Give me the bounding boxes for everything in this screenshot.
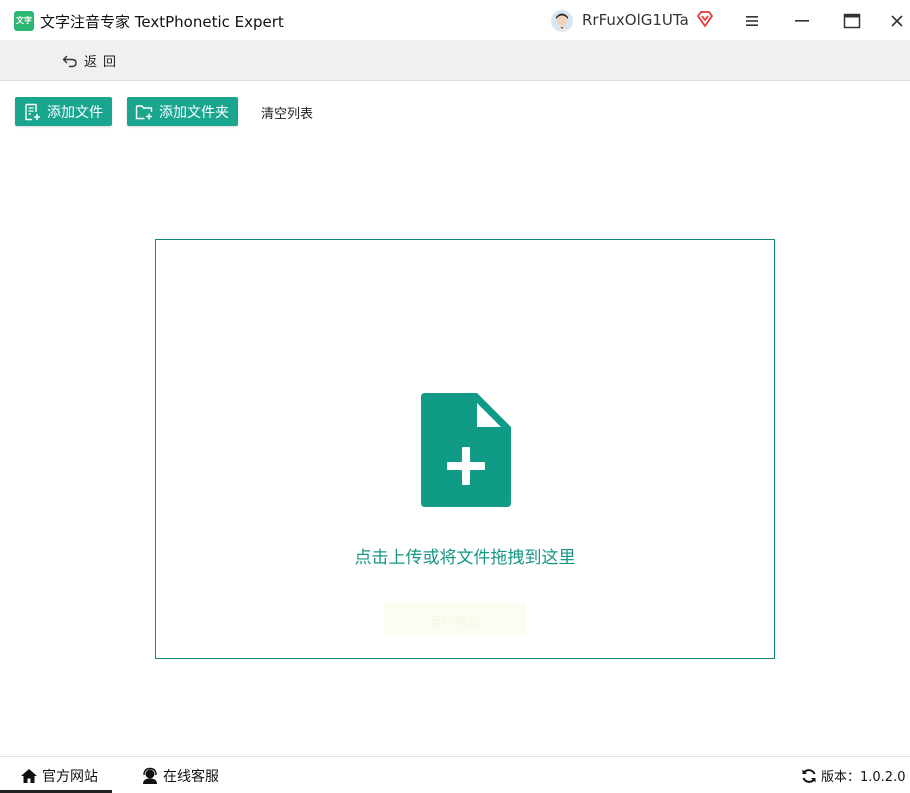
refresh-icon: [802, 768, 816, 783]
title-bar: 文字 文字注音专家 TextPhonetic Expert RrFuxOlG1U…: [0, 0, 910, 40]
add-file-button[interactable]: 添加文件: [15, 97, 112, 126]
add-folder-label: 添加文件夹: [159, 104, 229, 121]
app-logo-text: 文字: [16, 16, 32, 25]
add-file-label: 添加文件: [47, 104, 103, 121]
online-service-link[interactable]: 在线客服: [141, 766, 219, 786]
back-button[interactable]: 返回: [62, 51, 122, 70]
user-avatar[interactable]: [551, 10, 573, 32]
minimize-button[interactable]: [789, 8, 815, 34]
navigation-bar: 返回: [0, 40, 910, 81]
avatar-icon: [551, 10, 573, 32]
close-button[interactable]: [884, 8, 910, 34]
maximize-icon: [843, 13, 861, 29]
customer-service-icon: [143, 767, 157, 784]
maximize-button[interactable]: [839, 8, 865, 34]
faint-format-label: 支持格式: [384, 602, 526, 636]
version-check[interactable]: 版本：1.0.2.0: [801, 766, 905, 785]
footer-bar: 官方网站 在线客服 版本：1.0.2.0: [0, 756, 910, 793]
minimize-icon: [795, 20, 809, 22]
add-file-icon: [25, 103, 40, 120]
close-icon: [891, 15, 903, 27]
add-folder-button[interactable]: 添加文件夹: [127, 97, 238, 126]
app-logo: 文字: [14, 11, 34, 31]
menu-button[interactable]: [739, 8, 765, 34]
hamburger-icon: [746, 16, 758, 26]
file-drop-zone[interactable]: 点击上传或将文件拖拽到这里 支持格式: [155, 239, 775, 659]
add-folder-icon: [135, 104, 153, 119]
vip-diamond-icon[interactable]: [696, 10, 714, 28]
version-label: 版本：1.0.2.0: [821, 770, 906, 785]
home-icon: [21, 769, 37, 783]
file-add-icon: [421, 393, 511, 507]
clear-list-button[interactable]: 清空列表: [261, 103, 313, 122]
undo-arrow-icon: [62, 55, 77, 67]
drop-hint-text: 点击上传或将文件拖拽到这里: [354, 548, 576, 568]
back-label: 返回: [84, 55, 123, 70]
official-website-link[interactable]: 官方网站: [20, 766, 98, 786]
online-service-label: 在线客服: [163, 769, 219, 785]
username[interactable]: RrFuxOlG1UTa: [582, 11, 689, 29]
app-title: 文字注音专家 TextPhonetic Expert: [40, 13, 284, 31]
official-website-label: 官方网站: [42, 769, 98, 785]
